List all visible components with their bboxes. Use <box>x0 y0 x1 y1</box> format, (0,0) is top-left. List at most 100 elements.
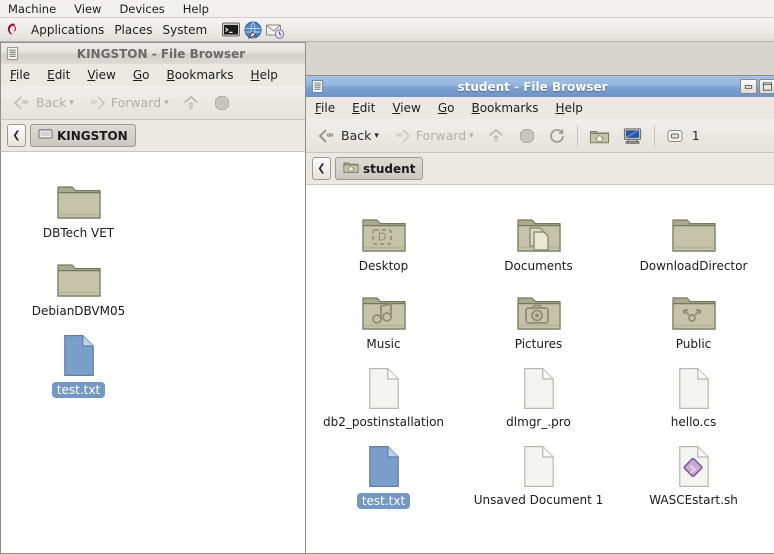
panel-menu-places[interactable]: Places <box>114 23 152 37</box>
terminal-icon[interactable] <box>221 20 241 40</box>
menubar-kingston[interactable]: File Edit View Go Bookmarks Help <box>0 64 306 86</box>
menu-bookmarks[interactable]: Bookmarks <box>471 101 538 115</box>
file-item[interactable]: DebianDBVM05 <box>1 240 156 318</box>
web-browser-icon[interactable] <box>243 20 263 40</box>
forward-dropdown-icon[interactable]: ▾ <box>164 98 169 108</box>
stop-icon <box>519 128 534 143</box>
blank-file-icon <box>521 359 557 411</box>
window-title: KINGSTON - File Browser <box>76 46 246 61</box>
forward-arrow-icon <box>395 128 411 143</box>
file-label: DebianDBVM05 <box>31 304 126 318</box>
toolbar-student[interactable]: Back ▾ Forward ▾ 1 <box>305 119 774 153</box>
panel-menu-system[interactable]: System <box>162 23 207 37</box>
forward-dropdown-icon[interactable]: ▾ <box>469 131 474 141</box>
icon-grid: D Desktop Documents DownloadDirector Music Pi… <box>306 185 774 509</box>
computer-button[interactable] <box>618 125 647 147</box>
panel-menu-applications[interactable]: Applications <box>31 23 104 37</box>
email-icon[interactable] <box>265 20 285 40</box>
text-file-icon <box>366 437 402 489</box>
virtualbox-menubar: Machine View Devices Help <box>0 0 774 18</box>
zoom-level-label: 1 <box>691 128 700 143</box>
file-item[interactable]: Public <box>616 273 771 351</box>
file-label: WASCEstart.sh <box>649 493 738 507</box>
toolbar-kingston[interactable]: Back ▾ Forward ▾ <box>0 86 306 120</box>
pathbar-kingston[interactable]: ❮ KINGSTON <box>0 120 306 152</box>
back-dropdown-icon[interactable]: ▾ <box>374 131 379 141</box>
up-button[interactable] <box>177 92 205 114</box>
folder-icon <box>515 203 563 255</box>
file-item[interactable]: WASCEstart.sh <box>616 429 771 509</box>
back-label: Back <box>341 128 372 143</box>
reload-button[interactable] <box>544 125 570 147</box>
reload-icon <box>549 128 564 143</box>
file-item[interactable]: hello.cs <box>616 351 771 429</box>
menu-view[interactable]: View <box>392 101 420 115</box>
folder-icon <box>670 203 718 255</box>
file-item[interactable]: dlmgr_.pro <box>461 351 616 429</box>
file-label: test.txt <box>51 382 106 398</box>
pathbar-student[interactable]: ❮ student <box>305 153 774 185</box>
file-label: Desktop <box>358 259 409 273</box>
up-button[interactable] <box>482 125 510 147</box>
maximize-button[interactable] <box>759 79 774 94</box>
file-item[interactable]: Unsaved Document 1 <box>461 429 616 509</box>
file-item[interactable]: test.txt <box>306 429 461 509</box>
zoom-level-icon <box>667 129 683 142</box>
back-arrow-icon <box>13 95 29 110</box>
file-icon-view-student[interactable]: D Desktop Documents DownloadDirector Music Pi… <box>305 185 774 554</box>
file-label: Pictures <box>514 337 563 351</box>
back-button[interactable]: Back ▾ <box>7 92 78 114</box>
menu-file[interactable]: File <box>10 68 30 82</box>
toolbar-separator <box>653 124 655 147</box>
forward-button[interactable]: Forward ▾ <box>387 125 478 147</box>
stop-button[interactable] <box>514 125 540 147</box>
window-controls[interactable] <box>740 79 774 94</box>
menu-file[interactable]: File <box>315 101 335 115</box>
vbox-menu-devices[interactable]: Devices <box>119 2 164 16</box>
drive-icon <box>38 128 53 144</box>
titlebar-student[interactable]: student - File Browser <box>305 75 774 97</box>
home-folder-icon <box>589 130 609 143</box>
breadcrumb-student[interactable]: student <box>335 157 424 180</box>
menu-go[interactable]: Go <box>438 101 455 115</box>
file-item[interactable]: DBTech VET <box>1 162 156 240</box>
file-item[interactable]: Documents <box>461 195 616 273</box>
file-item[interactable]: Music <box>306 273 461 351</box>
stop-button[interactable] <box>209 92 235 114</box>
menu-go[interactable]: Go <box>133 68 150 82</box>
titlebar-kingston[interactable]: KINGSTON - File Browser <box>0 42 306 64</box>
file-item[interactable]: DownloadDirector <box>616 195 771 273</box>
path-previous-button[interactable]: ❮ <box>7 124 26 147</box>
window-student-file-browser[interactable]: student - File Browser File Edit View Go… <box>305 75 774 554</box>
menu-help[interactable]: Help <box>556 101 583 115</box>
menubar-student[interactable]: File Edit View Go Bookmarks Help <box>305 97 774 119</box>
window-menu-icon[interactable] <box>309 79 325 95</box>
menu-edit[interactable]: Edit <box>47 68 70 82</box>
home-button[interactable] <box>585 125 614 147</box>
window-kingston-file-browser[interactable]: KINGSTON - File Browser File Edit View G… <box>0 42 306 554</box>
menu-edit[interactable]: Edit <box>352 101 375 115</box>
forward-button[interactable]: Forward ▾ <box>82 92 173 114</box>
file-icon-view-kingston[interactable]: DBTech VET DebianDBVM05 test.txt <box>0 152 306 554</box>
debian-swirl-icon[interactable] <box>4 21 21 38</box>
menu-help[interactable]: Help <box>251 68 278 82</box>
window-menu-icon[interactable] <box>4 46 20 62</box>
file-item[interactable]: test.txt <box>1 318 156 398</box>
back-arrow-icon <box>318 128 334 143</box>
back-dropdown-icon[interactable]: ▾ <box>69 98 74 108</box>
zoom-out-button[interactable] <box>662 126 688 146</box>
back-button[interactable]: Back ▾ <box>312 125 383 147</box>
file-item[interactable]: D Desktop <box>306 195 461 273</box>
vbox-menu-view[interactable]: View <box>74 2 101 16</box>
folder-icon <box>55 248 103 300</box>
menu-view[interactable]: View <box>87 68 115 82</box>
minimize-button[interactable] <box>740 79 757 94</box>
file-item[interactable]: Pictures <box>461 273 616 351</box>
vbox-menu-help[interactable]: Help <box>183 2 209 16</box>
menu-bookmarks[interactable]: Bookmarks <box>166 68 233 82</box>
breadcrumb-kingston[interactable]: KINGSTON <box>30 124 136 147</box>
path-previous-button[interactable]: ❮ <box>312 157 331 180</box>
vbox-menu-machine[interactable]: Machine <box>8 2 56 16</box>
file-item[interactable]: db2_postinstallation <box>306 351 461 429</box>
forward-arrow-icon <box>90 95 106 110</box>
